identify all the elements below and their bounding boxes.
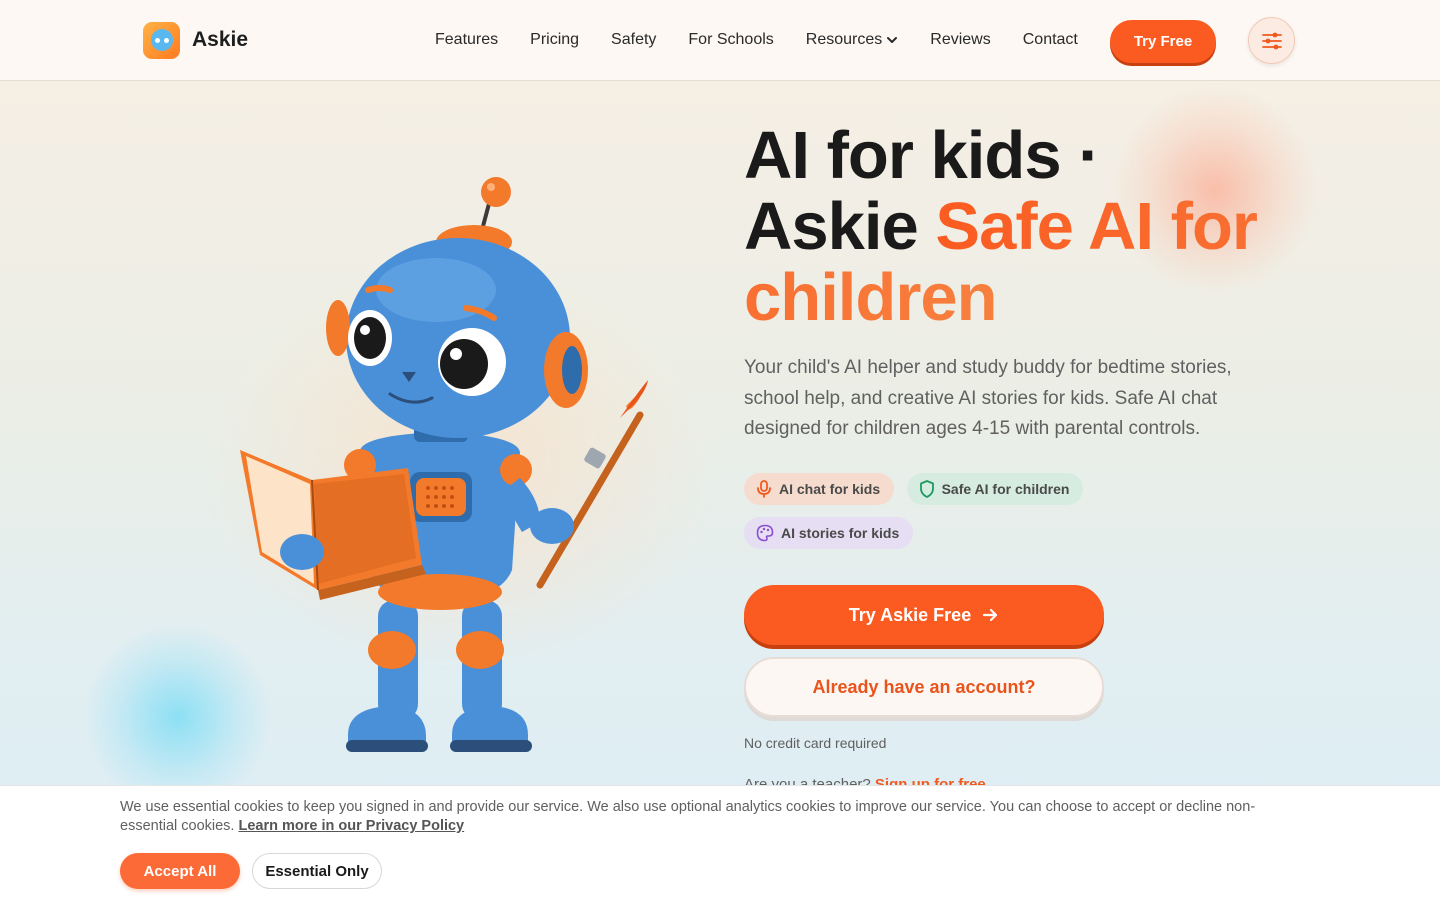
chip-ai-chat-label: AI chat for kids <box>779 481 881 497</box>
headline-line-2: Askie <box>744 189 936 264</box>
hero-subtext: Your child's AI helper and study buddy f… <box>744 357 1232 439</box>
nav-resources-dropdown[interactable]: Resources <box>806 31 898 49</box>
accept-all-button[interactable]: Accept All <box>120 853 240 889</box>
site-header: Askie Features Pricing Safety For School… <box>0 0 1440 81</box>
chevron-down-icon <box>887 37 898 43</box>
askie-logo-icon <box>143 21 180 59</box>
main-nav: Features Pricing Safety For Schools Reso… <box>435 29 1078 51</box>
settings-button[interactable] <box>1248 17 1295 64</box>
nav-contact[interactable]: Contact <box>1023 31 1078 49</box>
no-credit-card-note: No credit card required <box>744 735 887 751</box>
palette-icon <box>756 524 774 542</box>
chip-safe-ai-label: Safe AI for children <box>941 481 1070 497</box>
try-free-button[interactable]: Try Free <box>1110 20 1216 63</box>
shield-icon <box>919 480 934 498</box>
nav-pricing[interactable]: Pricing <box>530 31 579 49</box>
mic-icon <box>757 480 771 498</box>
nav-safety[interactable]: Safety <box>611 31 656 49</box>
robot-mascot-illustration <box>200 160 660 770</box>
arrow-right-icon <box>983 608 998 622</box>
hero-headline: AI for kids · Askie Safe AI for children <box>744 120 1304 333</box>
try-askie-free-label: Try Askie Free <box>848 604 972 625</box>
chip-ai-stories: AI stories for kids <box>744 517 914 549</box>
nav-resources-label: Resources <box>805 31 883 48</box>
chip-ai-stories-label: AI stories for kids <box>781 525 900 541</box>
sliders-icon <box>1261 32 1282 49</box>
robot-icon <box>240 177 648 752</box>
essential-only-button[interactable]: Essential Only <box>252 853 382 889</box>
nav-features[interactable]: Features <box>435 31 498 49</box>
nav-reviews[interactable]: Reviews <box>930 31 990 49</box>
cookie-banner: We use essential cookies to keep you sig… <box>0 785 1440 900</box>
already-have-account-button[interactable]: Already have an account? <box>744 657 1104 717</box>
privacy-policy-link[interactable]: Learn more in our Privacy Policy <box>238 818 464 834</box>
chip-safe-ai: Safe AI for children <box>906 473 1084 505</box>
headline-line-1: AI for kids · <box>744 118 1101 193</box>
cookie-text: We use essential cookies to keep you sig… <box>120 798 1310 836</box>
feature-chips: AI chat for kids Safe AI for children AI… <box>744 473 1164 561</box>
brand-logo[interactable]: Askie <box>143 21 248 59</box>
nav-for-schools[interactable]: For Schools <box>688 31 773 49</box>
brand-name: Askie <box>192 28 249 51</box>
try-askie-free-button[interactable]: Try Askie Free <box>744 585 1104 645</box>
chip-ai-chat: AI chat for kids <box>744 473 895 505</box>
